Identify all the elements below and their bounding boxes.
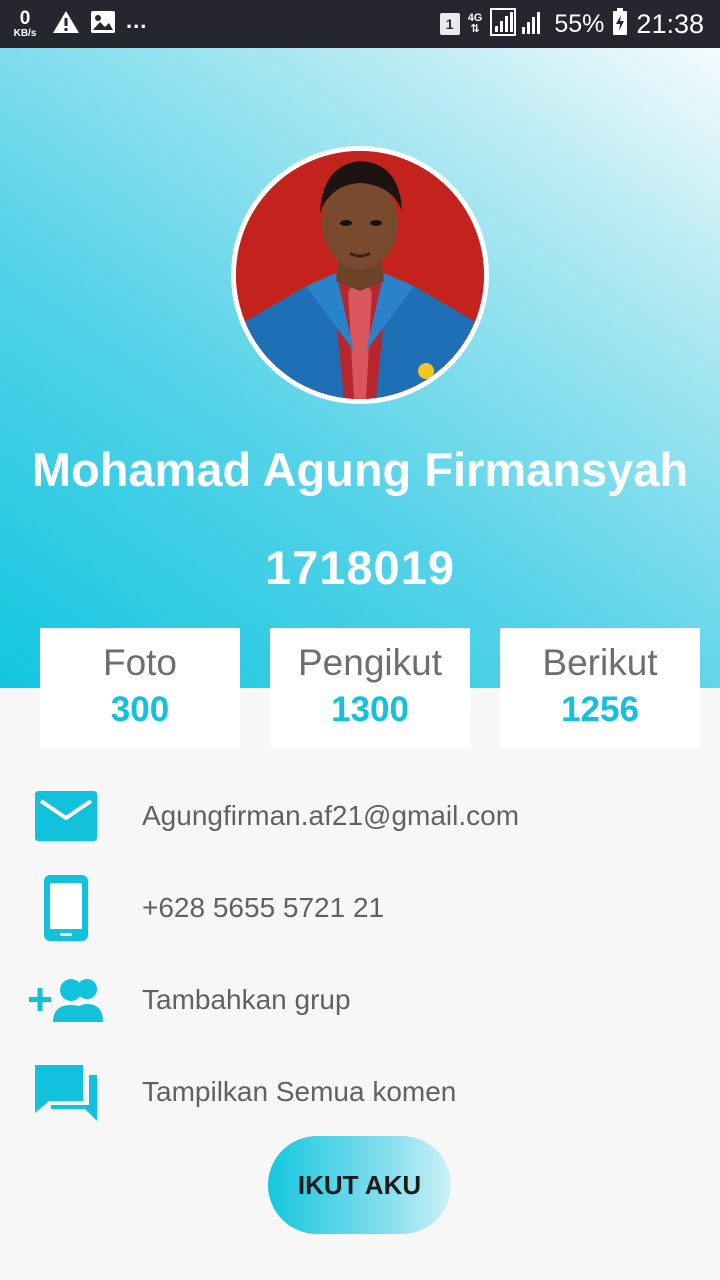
comments-row[interactable]: Tampilkan Semua komen	[0, 1052, 720, 1132]
sim-slot-badge: 1	[439, 13, 460, 35]
stat-label: Pengikut	[298, 642, 442, 683]
network-type: 4G ⇅	[467, 12, 483, 35]
stat-value: 1256	[561, 690, 639, 729]
warning-icon	[52, 9, 80, 40]
notification-overflow: ...	[126, 8, 148, 33]
image-icon	[90, 10, 116, 39]
network-speed-value: 0	[19, 8, 31, 29]
follow-button[interactable]: IKUT AKU	[268, 1136, 451, 1234]
network-type-label: 4G	[467, 12, 483, 24]
network-speed-unit: KB/s	[13, 28, 37, 39]
stat-card-pengikut[interactable]: Pengikut 1300	[270, 628, 470, 748]
stat-card-foto[interactable]: Foto 300	[40, 628, 240, 748]
status-clock: 21:38	[636, 8, 704, 39]
battery-percent: 55%	[554, 9, 605, 38]
add-group-row[interactable]: Tambahkan grup	[0, 960, 720, 1040]
status-left: 0 KB/s ...	[8, 6, 147, 42]
avatar[interactable]	[231, 146, 489, 404]
battery-charging-icon	[612, 7, 628, 41]
email-icon	[28, 776, 104, 856]
stat-label: Berikut	[542, 642, 658, 683]
comments-text: Tampilkan Semua komen	[142, 1076, 457, 1107]
add-group-text: Tambahkan grup	[142, 984, 351, 1015]
email-text: Agungfirman.af21@gmail.com	[142, 800, 520, 831]
status-right: 1 4G ⇅ 55% 21:38	[439, 6, 704, 42]
group-add-icon	[28, 960, 104, 1040]
profile-header: Mohamad Agung Firmansyah 1718019	[0, 48, 720, 688]
profile-id-number: 1718019	[265, 541, 455, 594]
comments-icon	[28, 1052, 104, 1132]
phone-icon	[28, 868, 104, 948]
phone-row[interactable]: +628 5655 5721 21	[0, 868, 720, 948]
stat-card-berikut[interactable]: Berikut 1256	[500, 628, 700, 748]
email-row[interactable]: Agungfirman.af21@gmail.com	[0, 776, 720, 856]
profile-name: Mohamad Agung Firmansyah	[31, 443, 689, 496]
stat-label: Foto	[102, 642, 178, 683]
phone-text: +628 5655 5721 21	[142, 892, 385, 923]
stat-value: 1300	[331, 690, 409, 729]
network-speed: 0 KB/s	[8, 9, 42, 39]
status-bar: 0 KB/s ... 1 4G ⇅ 55% 21:38	[0, 0, 720, 48]
stat-value: 300	[110, 690, 170, 729]
signal-icon	[490, 7, 546, 41]
